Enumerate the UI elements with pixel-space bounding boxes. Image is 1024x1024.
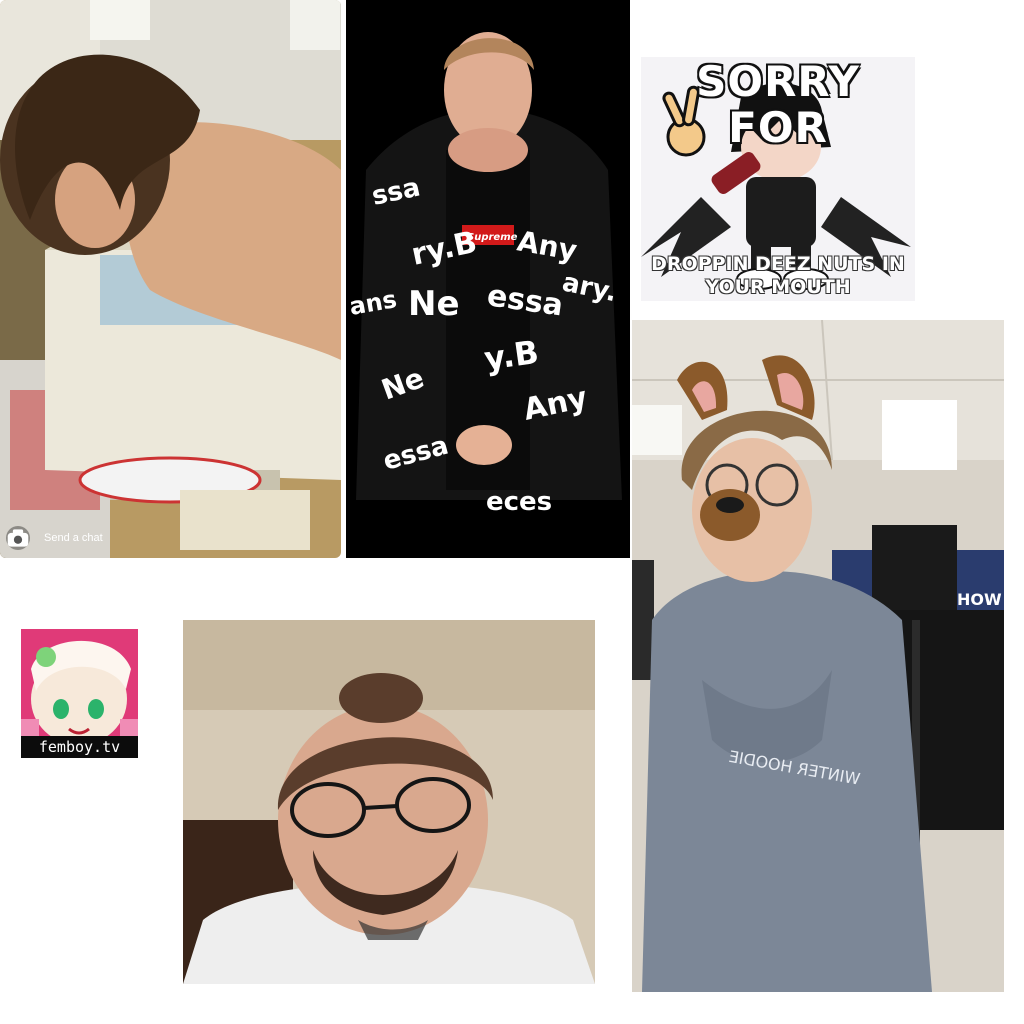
photo-classroom-dog-filter: HOW WINTER HOODIE: [632, 320, 1004, 992]
svg-text:Ne: Ne: [408, 284, 460, 324]
photo-puffer-jacket: ssa ry.B Any Ne essa ary. ans y.B Any Ne…: [346, 0, 630, 558]
meme-image: SORRY FOR DROPPIN DEEZ NUTS IN YOUR MOUT…: [641, 57, 915, 301]
snap-chat-bar[interactable]: Send a chat: [6, 524, 166, 552]
svg-text:Supreme: Supreme: [467, 232, 518, 243]
photo-glasses-topknot: [183, 620, 595, 984]
camera-icon[interactable]: [6, 526, 30, 550]
jacket-photo-illustration: ssa ry.B Any Ne essa ary. ans y.B Any Ne…: [346, 0, 630, 558]
glasses-photo-illustration: [183, 620, 595, 984]
send-chat-placeholder[interactable]: Send a chat: [44, 532, 103, 544]
meme-bottom-line-2: YOUR MOUTH: [705, 276, 851, 299]
classroom-photo-illustration: HOW WINTER HOODIE: [632, 320, 1004, 992]
photo-snap-freezer: Send a chat: [0, 0, 341, 558]
svg-text:y.B: y.B: [482, 333, 541, 378]
meme-bottom-caption: DROPPIN DEEZ NUTS IN YOUR MOUTH: [641, 253, 915, 299]
svg-text:eces: eces: [486, 487, 552, 517]
freezer-photo-illustration: [0, 0, 341, 558]
dog-nose-icon: [700, 489, 760, 541]
meme-top-caption: SORRY FOR: [695, 57, 860, 153]
logo-caption: femboy.tv: [21, 736, 138, 758]
anime-logo-tile[interactable]: femboy.tv: [21, 618, 138, 758]
banner-text: HOW: [957, 590, 1002, 609]
meme-bottom-line-1: DROPPIN DEEZ NUTS IN: [651, 253, 905, 276]
